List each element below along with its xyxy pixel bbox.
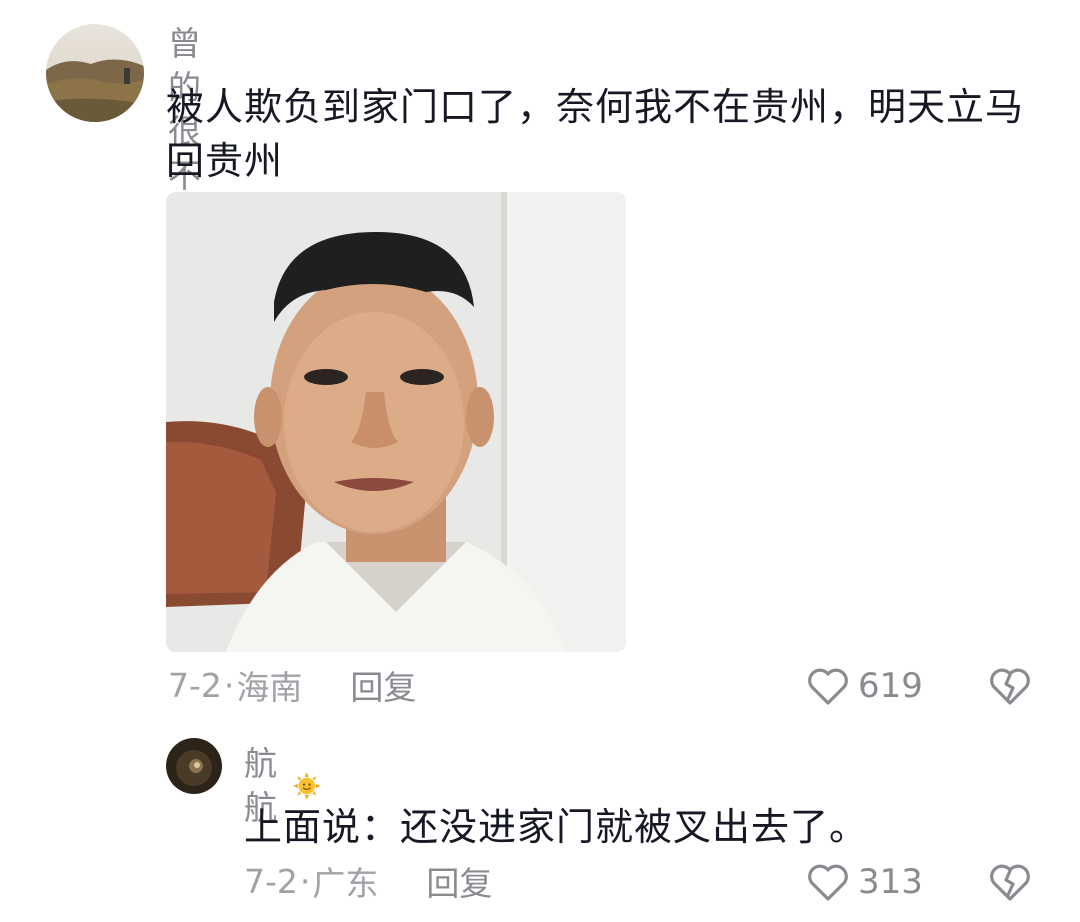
comment-date: 7-2 (168, 665, 222, 705)
broken-heart-icon[interactable] (988, 666, 1032, 706)
like-button[interactable]: 313 (806, 860, 923, 904)
comment-meta: 7-2 · 广东 回复 (244, 858, 492, 904)
comment-location: 广东 (312, 864, 379, 903)
comment-meta: 7-2 · 海南 回复 (168, 662, 416, 708)
like-count: 619 (858, 666, 923, 706)
avatar[interactable] (46, 24, 144, 122)
comment-photo[interactable] (166, 192, 626, 652)
reply-button[interactable]: 回复 (350, 661, 416, 709)
comment-location: 海南 (236, 668, 303, 707)
comment-text: 上面说：还没进家门就被叉出去了。 (244, 805, 869, 849)
like-button[interactable]: 619 (806, 664, 923, 708)
comment-date: 7-2 (244, 861, 298, 901)
like-count: 313 (858, 862, 923, 902)
reply-button[interactable]: 回复 (426, 857, 492, 905)
broken-heart-icon[interactable] (988, 862, 1032, 902)
meta-separator: · (299, 861, 311, 901)
heart-outline-icon (808, 668, 848, 705)
comment-text: 被人欺负到家门口了，奈何我不在贵州，明天立马回贵州 (166, 85, 1025, 183)
meta-separator: · (223, 665, 235, 705)
avatar[interactable] (166, 738, 222, 794)
heart-outline-icon (808, 864, 848, 901)
